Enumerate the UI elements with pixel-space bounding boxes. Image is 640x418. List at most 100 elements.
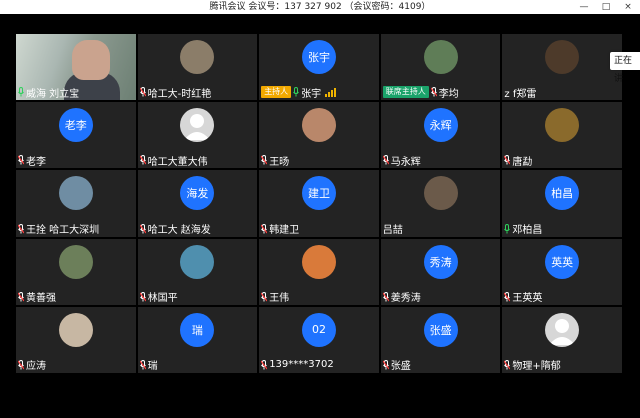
participant-name: 张宇 [301,88,322,100]
participant-name: 王拴 哈工大深圳 [26,225,100,237]
minimize-button[interactable]: — [578,0,590,14]
participant-name: 139****3702 [269,359,334,371]
participant-tile[interactable]: z f郑雷 [502,34,622,101]
avatar-text: 02 [311,323,326,337]
mic-muted-icon [261,155,268,165]
participant-tile[interactable]: 林国平 [137,238,258,305]
participant-name: 瑞 [147,361,158,373]
participant-tile[interactable]: 王伟 [259,238,379,305]
participant-name: 王旸 [269,156,290,168]
avatar: 02 [301,312,336,347]
participant-tile[interactable]: 威海 刘立宝 [16,34,136,101]
participant-tile[interactable]: 老李 老李 [16,102,136,169]
participant-tile[interactable]: 唐勐 [502,102,622,169]
nameplate: 老李 [18,153,46,168]
avatar [58,312,93,347]
mic-muted-icon [139,155,146,165]
cohost-badge: 联席主持人 [382,86,429,99]
maximize-button[interactable]: □ [600,0,612,14]
participant-tile[interactable]: 张宇 主持人 张宇 [259,34,379,101]
speaking-indicator[interactable]: 正在讲 [610,52,640,84]
avatar [545,40,580,74]
avatar: 英英 [545,244,580,279]
participant-tile[interactable]: 应涛 [16,306,136,373]
participant-tile[interactable]: 物理+隋郁 [502,306,622,373]
nameplate: 瑞 [139,358,158,373]
mic-icon [293,87,300,97]
signal-strength-icon [325,87,337,97]
avatar-text: 英英 [551,255,574,269]
participant-tile[interactable]: 海发 哈工大 赵海发 [137,170,258,237]
participant-tile[interactable]: 02 139****3702 [259,306,379,373]
participant-name: 韩建卫 [269,225,300,237]
nameplate: 吕喆 [383,222,403,236]
participant-tile[interactable]: 联席主持人 李均 [380,34,501,101]
avatar [180,108,215,143]
mic-muted-icon [261,223,268,234]
mic-muted-icon [430,87,437,97]
mic-muted-icon [139,87,146,97]
participant-tile[interactable]: 哈工大董大伟 [137,102,258,169]
participant-tile[interactable]: 英英王英英 [502,238,622,305]
nameplate: 应涛 [18,358,46,372]
participant-tile[interactable]: 张盛 张盛 [380,306,501,373]
mic-muted-icon [504,291,511,302]
mic-muted-icon [18,291,24,302]
participant-tile[interactable]: 哈工大-时红艳 [137,34,258,101]
participant-name: 哈工大董大伟 [147,156,208,168]
mic-icon [504,223,511,234]
participant-name: 物理+隋郁 [512,361,561,373]
nameplate: 王拴 哈工大深圳 [18,222,99,236]
avatar-text: 柏昌 [551,187,574,201]
nameplate: 物理+隋郁 [504,358,561,373]
nameplate: 哈工大董大伟 [139,153,208,168]
nameplate: 马永辉 [382,153,421,168]
participant-tile[interactable]: 王旸 [259,102,379,169]
participant-name: 吕喆 [382,225,403,237]
avatar [545,312,580,347]
avatar-text: 建卫 [307,187,330,201]
avatar: 秀涛 [423,244,458,279]
avatar-text: 张盛 [429,323,452,337]
nameplate: 王英英 [504,290,542,304]
avatar-text: 秀涛 [429,255,452,269]
default-user-icon [549,318,576,345]
mic-muted-icon [504,359,511,370]
participant-name: 哈工大 赵海发 [147,225,211,237]
mic-muted-icon [18,359,24,370]
avatar [180,244,215,279]
avatar [180,40,215,74]
participant-name: 王伟 [269,293,290,305]
participant-name: 姜秀涛 [390,293,421,305]
nameplate: 韩建卫 [261,222,299,236]
participant-tile[interactable]: 秀涛姜秀涛 [380,238,501,305]
mic-muted-icon [504,155,511,165]
participant-tile[interactable]: 柏昌邓柏昌 [502,170,622,237]
avatar [423,40,458,74]
nameplate: 唐勐 [504,153,533,168]
close-button[interactable]: × [622,0,634,14]
participant-tile[interactable]: 黄善强 [16,238,136,305]
participant-name: 张盛 [390,361,411,373]
participant-tile[interactable]: 吕喆 [380,170,501,237]
avatar-text: 老李 [64,119,87,133]
participant-tile[interactable]: 瑞瑞 [137,306,258,373]
mic-muted-icon [139,359,146,370]
participant-tile[interactable]: 永辉马永辉 [380,102,501,169]
nameplate: 邓柏昌 [504,222,542,236]
participant-name: 王英英 [512,293,543,305]
participant-name: 林国平 [147,293,178,305]
window-title: 腾讯会议 会议号：137 327 902 （会议密码：4109） [209,2,431,12]
nameplate: 王旸 [261,153,290,168]
mic-muted-icon [139,223,146,234]
mic-muted-icon [18,223,24,234]
avatar-text: 永辉 [429,119,452,133]
participant-name: 唐勐 [512,156,533,168]
participant-name: 哈工大-时红艳 [147,88,212,100]
mic-muted-icon [261,291,268,302]
participant-tile[interactable]: 建卫韩建卫 [259,170,379,237]
avatar: 张盛 [423,312,458,347]
mic-muted-icon [382,155,389,165]
nameplate: 哈工大 赵海发 [139,222,211,237]
participant-tile[interactable]: 王拴 哈工大深圳 [16,170,136,237]
